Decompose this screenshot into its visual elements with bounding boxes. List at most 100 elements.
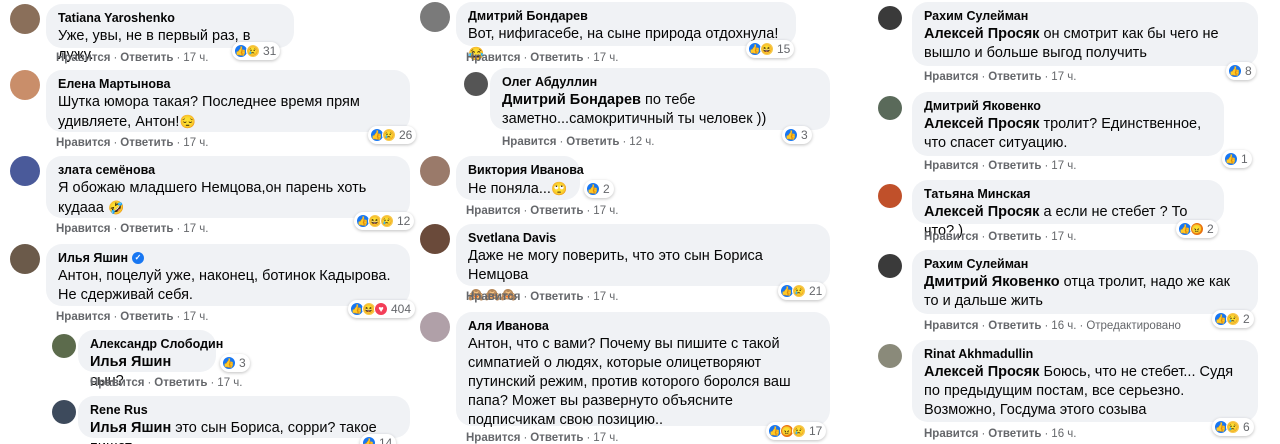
reply-action[interactable]: Ответить	[120, 311, 173, 323]
comment-time[interactable]: 16 ч.	[1051, 428, 1076, 440]
comment-author[interactable]: Дмитрий Яковенко	[924, 98, 1212, 114]
comment-time[interactable]: 12 ч.	[629, 136, 654, 148]
reaction-summary[interactable]: 👍 😆 ♥ 404	[348, 300, 416, 318]
reaction-summary[interactable]: 👍 1	[1222, 150, 1252, 168]
avatar[interactable]	[420, 2, 450, 32]
comment-author[interactable]: Александр Слободин	[90, 336, 223, 352]
like-action[interactable]: Нравится	[56, 223, 110, 235]
avatar[interactable]	[878, 96, 902, 120]
comment-author[interactable]: Дмитрий Бондарев	[468, 8, 784, 24]
reply-action[interactable]: Ответить	[530, 205, 583, 217]
comment-author[interactable]: злата семёнова	[58, 162, 398, 178]
comment-time[interactable]: 17 ч.	[217, 377, 242, 389]
mention-link[interactable]: Дмитрий Бондарев	[502, 92, 641, 108]
comment-author[interactable]: Татьяна Минская	[924, 186, 1212, 202]
avatar[interactable]	[878, 254, 902, 278]
comment-time[interactable]: 17 ч.	[593, 291, 618, 303]
reaction-summary[interactable]: 👍 😢 26	[368, 126, 417, 144]
mention-link[interactable]: Алексей Просяк	[924, 116, 1039, 132]
reply-action[interactable]: Ответить	[530, 291, 583, 303]
comment-author[interactable]: Rinat Akhmadullin	[924, 346, 1246, 362]
comment-author[interactable]: Илья Яшин ✓	[58, 250, 398, 266]
comment-time[interactable]: 17 ч.	[1051, 160, 1076, 172]
reply-action[interactable]: Ответить	[988, 160, 1041, 172]
avatar[interactable]	[10, 244, 40, 274]
reaction-summary[interactable]: 👍 😢 21	[778, 282, 827, 300]
avatar[interactable]	[10, 70, 40, 100]
avatar[interactable]	[420, 312, 450, 342]
reply-action[interactable]: Ответить	[988, 428, 1041, 440]
reaction-summary[interactable]: 👍 😆 😢 12	[354, 212, 415, 230]
avatar[interactable]	[420, 224, 450, 254]
avatar[interactable]	[10, 4, 40, 34]
like-action[interactable]: Нравится	[924, 231, 978, 243]
reaction-summary[interactable]: 👍 😠 😢 17	[766, 422, 827, 440]
avatar[interactable]	[464, 72, 488, 96]
comment-time[interactable]: 17 ч.	[593, 52, 618, 64]
reply-action[interactable]: Ответить	[120, 223, 173, 235]
reaction-summary[interactable]: 👍 😆 15	[746, 40, 795, 58]
like-action[interactable]: Нравится	[924, 320, 978, 332]
comment-time[interactable]: 17 ч.	[183, 137, 208, 149]
like-action[interactable]: Нравится	[924, 428, 978, 440]
reaction-summary[interactable]: 👍 😢 31	[232, 42, 281, 60]
reply-action[interactable]: Ответить	[530, 52, 583, 64]
like-action[interactable]: Нравится	[466, 291, 520, 303]
comment-author[interactable]: Олег Абдуллин	[502, 74, 818, 90]
comment-author[interactable]: Рахим Сулейман	[924, 256, 1246, 272]
comment-author[interactable]: Tatiana Yaroshenko	[58, 10, 282, 26]
reaction-summary[interactable]: 👍 😢 6	[1212, 418, 1254, 436]
comment-time[interactable]: 17 ч.	[1051, 71, 1076, 83]
reply-action[interactable]: Ответить	[988, 320, 1041, 332]
reaction-summary[interactable]: 👍 14	[360, 434, 397, 444]
like-action[interactable]: Нравится	[56, 52, 110, 64]
reaction-summary[interactable]: 👍 3	[782, 126, 812, 144]
comment-author[interactable]: Svetlana Davis	[468, 230, 818, 246]
reaction-summary[interactable]: 👍 😢 2	[1212, 310, 1254, 328]
comment-time[interactable]: 17 ч.	[183, 223, 208, 235]
comment-time[interactable]: 17 ч.	[183, 52, 208, 64]
like-action[interactable]: Нравится	[466, 52, 520, 64]
reply-action[interactable]: Ответить	[988, 71, 1041, 83]
comment-time[interactable]: 16 ч.	[1051, 320, 1076, 332]
comment-time[interactable]: 17 ч.	[183, 311, 208, 323]
reaction-summary[interactable]: 👍 3	[220, 354, 250, 372]
like-action[interactable]: Нравится	[56, 311, 110, 323]
mention-link[interactable]: Илья Яшин	[90, 354, 171, 370]
comment-time[interactable]: 17 ч.	[593, 205, 618, 217]
mention-link[interactable]: Алексей Просяк	[924, 364, 1039, 380]
comment-author[interactable]: Елена Мартынова	[58, 76, 398, 92]
avatar[interactable]	[52, 400, 76, 424]
avatar[interactable]	[878, 344, 902, 368]
avatar[interactable]	[420, 156, 450, 186]
like-action[interactable]: Нравится	[502, 136, 556, 148]
avatar[interactable]	[52, 334, 76, 358]
comment-author[interactable]: Рахим Сулейман	[924, 8, 1246, 24]
like-action[interactable]: Нравится	[924, 71, 978, 83]
reply-action[interactable]: Ответить	[566, 136, 619, 148]
like-action[interactable]: Нравится	[90, 377, 144, 389]
reply-action[interactable]: Ответить	[120, 52, 173, 64]
comment-author[interactable]: Виктория Иванова	[468, 162, 584, 178]
reply-action[interactable]: Ответить	[530, 432, 583, 444]
mention-link[interactable]: Дмитрий Яковенко	[924, 274, 1060, 290]
mention-link[interactable]: Илья Яшин	[90, 420, 171, 436]
comment-author[interactable]: Rene Rus	[90, 402, 398, 418]
avatar[interactable]	[878, 184, 902, 208]
comment-time[interactable]: 17 ч.	[1051, 231, 1076, 243]
like-action[interactable]: Нравится	[466, 205, 520, 217]
reply-action[interactable]: Ответить	[154, 377, 207, 389]
reaction-summary[interactable]: 👍 2	[584, 180, 614, 198]
mention-link[interactable]: Алексей Просяк	[924, 26, 1039, 42]
like-action[interactable]: Нравится	[924, 160, 978, 172]
avatar[interactable]	[878, 6, 902, 30]
mention-link[interactable]: Алексей Просяк	[924, 204, 1039, 220]
reaction-summary[interactable]: 👍 8	[1226, 62, 1256, 80]
avatar[interactable]	[10, 156, 40, 186]
like-action[interactable]: Нравится	[56, 137, 110, 149]
reaction-summary[interactable]: 👍 😠 2	[1176, 220, 1218, 238]
like-action[interactable]: Нравится	[466, 432, 520, 444]
comment-author[interactable]: Аля Иванова	[468, 318, 818, 334]
reply-action[interactable]: Ответить	[988, 231, 1041, 243]
comment-time[interactable]: 17 ч.	[593, 432, 618, 444]
